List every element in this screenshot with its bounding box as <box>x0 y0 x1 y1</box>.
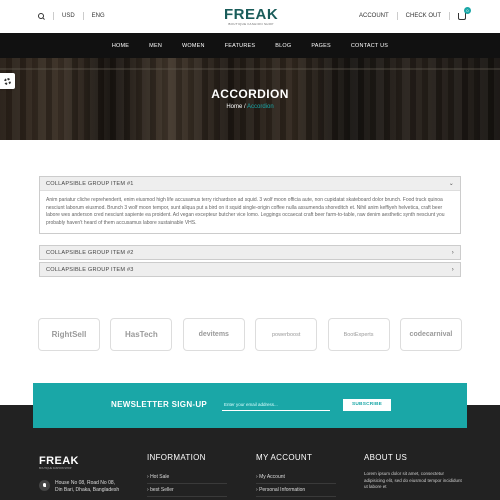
breadcrumb-current: Accordion <box>247 104 274 110</box>
footer-my-account: MY ACCOUNT My Account Personal Informati… <box>256 453 336 497</box>
logo-name: FREAK <box>224 6 279 23</box>
chevron-down-icon: ⌄ <box>448 181 454 187</box>
brand-logo-codecarnival[interactable]: codecarnival <box>399 318 462 351</box>
checkout-link[interactable]: CHECK OUT <box>406 13 441 19</box>
footer-link-best-seller[interactable]: best Seller <box>147 484 227 497</box>
brand-logos: RightSell HasTech devitems powerboost Bo… <box>38 318 462 351</box>
newsletter-banner: NEWSLETTER SIGN-UP SUBSCRIBE <box>33 383 467 428</box>
brand-logo-powerboost[interactable]: powerboost <box>255 318 318 351</box>
accordion-header-1[interactable]: COLLAPSIBLE GROUP ITEM #1 ⌄ <box>40 177 460 190</box>
breadcrumb: Home / Accordion <box>0 104 500 110</box>
page-title: ACCORDION <box>211 87 289 101</box>
divider <box>449 12 450 20</box>
chevron-right-icon: › <box>451 266 454 273</box>
accordion-item-1: COLLAPSIBLE GROUP ITEM #1 ⌄ Anim pariatu… <box>39 176 461 234</box>
search-icon[interactable] <box>38 12 45 20</box>
breadcrumb-home[interactable]: Home <box>226 104 242 110</box>
divider <box>53 12 54 20</box>
brand-logo-devitems[interactable]: devitems <box>182 318 245 351</box>
accordion-title: COLLAPSIBLE GROUP ITEM #2 <box>46 249 134 256</box>
brand-logo-hastech[interactable]: HasTech <box>110 318 173 351</box>
gear-icon <box>4 77 11 85</box>
top-bar-right: ACCOUNT CHECK OUT 0 <box>359 6 471 20</box>
cart-count-badge: 0 <box>464 6 471 14</box>
location-pin-icon <box>39 480 50 491</box>
address-text: House No 08, Road No 08, Din Bari, Dhaka… <box>55 480 119 494</box>
footer-heading: MY ACCOUNT <box>256 453 313 462</box>
footer-link-hot-sale[interactable]: Hot Sale <box>147 471 227 484</box>
accordion-header-3[interactable]: COLLAPSIBLE GROUP ITEM #3 › <box>40 263 460 276</box>
footer-heading: INFORMATION <box>147 453 206 462</box>
account-link[interactable]: ACCOUNT <box>359 13 389 19</box>
nav-men[interactable]: MEN <box>139 43 172 49</box>
language-selector[interactable]: ENG <box>92 13 105 19</box>
address-line-2: Din Bari, Dhaka, Bangladesh <box>55 487 120 493</box>
divider <box>396 12 398 20</box>
accordion-title: COLLAPSIBLE GROUP ITEM #3 <box>46 266 134 273</box>
logo-tagline: BOUTIQUE FASHION SHOP <box>228 22 274 26</box>
accordion-header-2[interactable]: COLLAPSIBLE GROUP ITEM #2 › <box>40 246 460 259</box>
accordion-item-3: COLLAPSIBLE GROUP ITEM #3 › <box>39 262 461 277</box>
nav-blog[interactable]: BLOG <box>265 43 301 49</box>
main-nav: HOME MEN WOMEN FEATURES BLOG PAGES CONTA… <box>0 33 500 58</box>
brand-logo-rightsell[interactable]: RightSell <box>38 318 100 351</box>
page-banner: ACCORDION Home / Accordion <box>0 58 500 140</box>
brand-logo-bootexperts[interactable]: BootExperts <box>327 318 390 351</box>
footer-about-us: ABOUT US Lorem ipsum dolor sit amet, con… <box>364 453 464 491</box>
currency-selector[interactable]: USD <box>62 13 75 19</box>
footer-address: House No 08, Road No 08, Din Bari, Dhaka… <box>39 480 119 494</box>
footer-logo-tagline: BOUTIQUE FASHION SHOP <box>39 467 72 470</box>
accordion-body-1: Anim pariatur cliche reprehenderit, enim… <box>40 190 460 233</box>
chevron-right-icon: › <box>451 249 454 256</box>
address-line-1: House No 08, Road No 08, <box>55 480 116 486</box>
footer-link-my-account[interactable]: My Account <box>256 471 336 484</box>
site-logo[interactable]: FREAK BOUTIQUE FASHION SHOP <box>224 7 278 26</box>
newsletter-label: NEWSLETTER SIGN-UP <box>111 400 208 409</box>
top-bar-left: USD ENG <box>38 12 105 20</box>
accordion-item-2: COLLAPSIBLE GROUP ITEM #2 › <box>39 245 461 260</box>
about-text: Lorem ipsum dolor sit amet, consectetur … <box>364 471 462 490</box>
accordion-title: COLLAPSIBLE GROUP ITEM #1 <box>46 180 134 187</box>
footer-link-personal-information[interactable]: Personal Information <box>256 484 336 497</box>
footer-information: INFORMATION Hot Sale best Seller <box>147 453 227 497</box>
nav-pages[interactable]: PAGES <box>301 43 341 49</box>
divider <box>82 12 84 20</box>
nav-women[interactable]: WOMEN <box>172 43 215 49</box>
footer-heading: ABOUT US <box>364 453 408 462</box>
cart-icon[interactable]: 0 <box>458 6 471 20</box>
footer-logo-name: FREAK <box>39 455 79 467</box>
top-bar: USD ENG FREAK BOUTIQUE FASHION SHOP ACCO… <box>0 0 500 33</box>
nav-home[interactable]: HOME <box>102 43 139 49</box>
nav-features[interactable]: FEATURES <box>215 43 266 49</box>
subscribe-button[interactable]: SUBSCRIBE <box>343 399 391 411</box>
newsletter-email-input[interactable] <box>222 399 330 411</box>
settings-toggle[interactable] <box>0 73 15 89</box>
nav-contact-us[interactable]: CONTACT US <box>341 43 398 49</box>
footer-logo[interactable]: FREAK BOUTIQUE FASHION SHOP <box>39 455 79 471</box>
